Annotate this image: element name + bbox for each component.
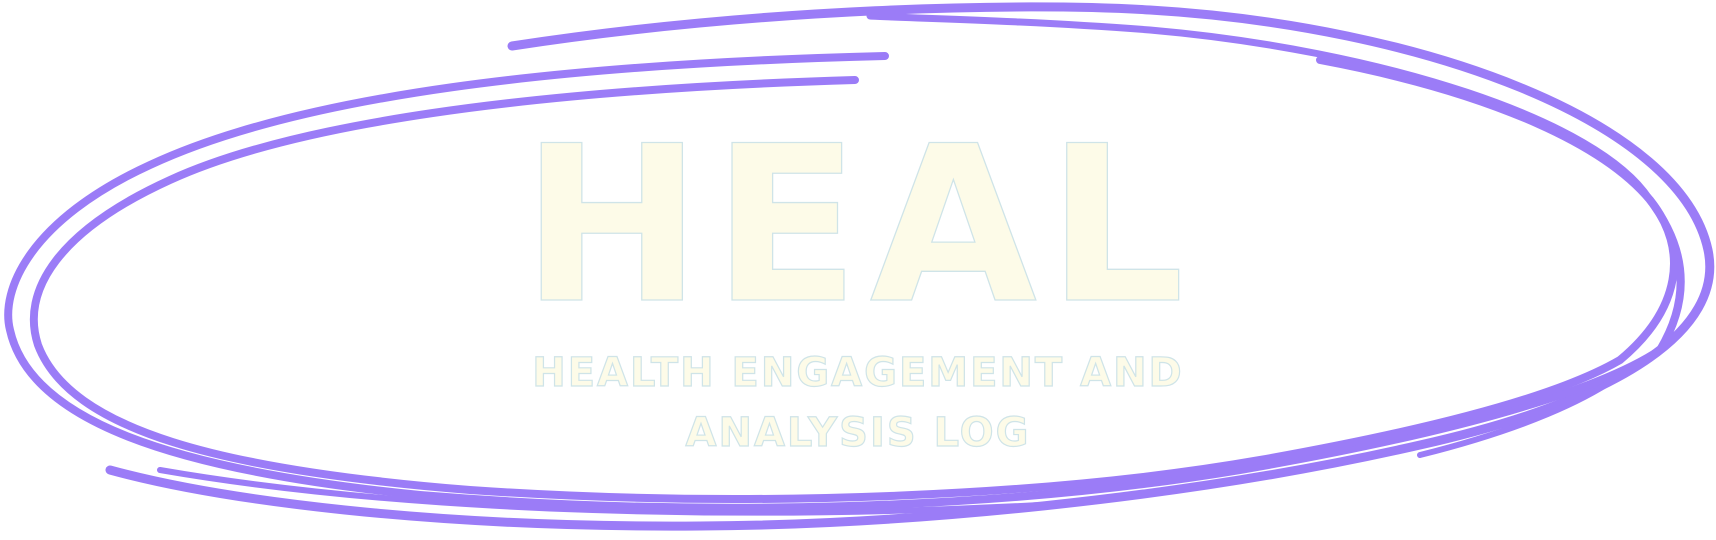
logo-tagline-line-2: ANALYSIS LOG	[685, 409, 1031, 456]
logo-canvas: HEAL HEALTH ENGAGEMENT AND ANALYSIS LOG	[0, 0, 1716, 540]
logo-wordmark: HEAL	[521, 100, 1195, 351]
logo-tagline-line-1: HEALTH ENGAGEMENT AND	[532, 349, 1184, 396]
logo-tagline: HEALTH ENGAGEMENT AND ANALYSIS LOG	[0, 343, 1716, 463]
